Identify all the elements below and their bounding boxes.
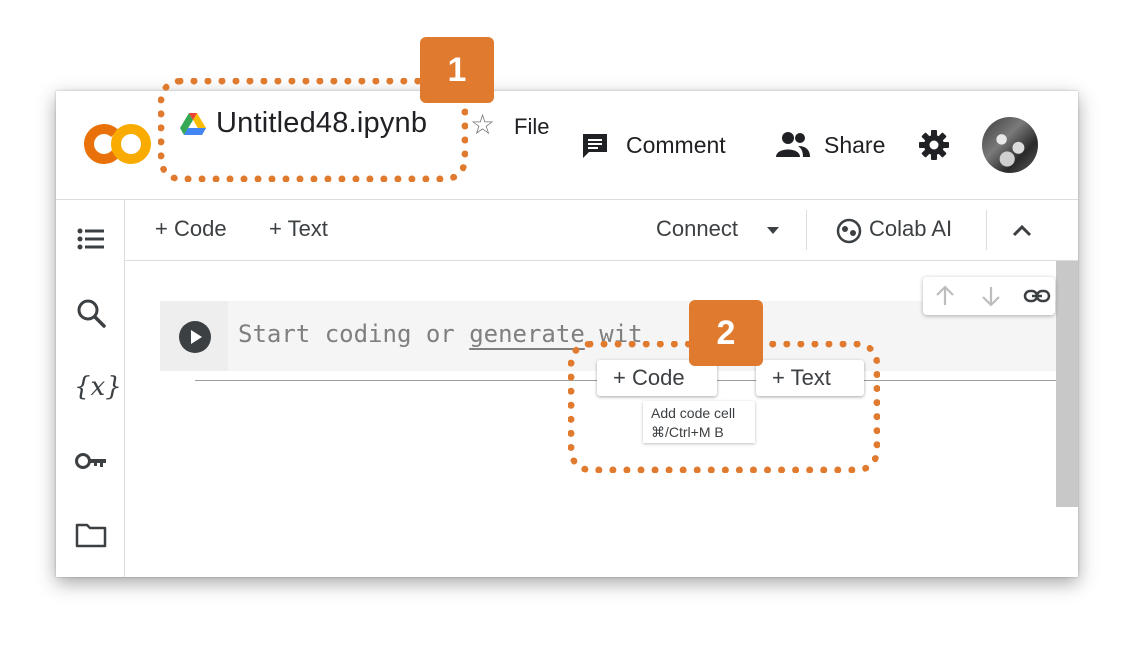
cell-gutter <box>160 301 228 371</box>
key-icon[interactable] <box>74 444 108 478</box>
scrollbar[interactable] <box>1056 261 1078 507</box>
placeholder-text: Start coding or <box>238 320 470 348</box>
share-people-icon[interactable] <box>776 131 810 157</box>
search-icon[interactable] <box>74 296 108 330</box>
cell-actions-toolbar <box>923 277 1055 315</box>
arrow-up-icon[interactable] <box>933 285 957 307</box>
menu-file[interactable]: File <box>514 114 549 140</box>
colab-logo-icon[interactable] <box>82 121 152 167</box>
left-sidebar: {x} <box>56 200 125 577</box>
comment-button[interactable]: Comment <box>626 132 726 159</box>
add-code-button[interactable]: + Code <box>155 216 227 242</box>
star-icon[interactable]: ☆ <box>470 111 495 139</box>
notebook-toolbar: + Code + Text Connect Colab AI <box>125 200 1078 261</box>
colab-ai-button[interactable]: Colab AI <box>869 216 952 242</box>
add-text-button[interactable]: + Text <box>269 216 328 242</box>
toolbar-divider <box>986 210 987 250</box>
chevron-down-icon[interactable] <box>765 224 781 236</box>
table-of-contents-icon[interactable] <box>74 222 108 256</box>
run-icon[interactable] <box>178 320 212 354</box>
avatar[interactable] <box>982 117 1038 173</box>
variables-icon[interactable]: {x} <box>74 370 122 404</box>
generate-link[interactable]: generate <box>469 320 585 348</box>
folder-icon[interactable] <box>74 518 108 552</box>
gear-icon[interactable] <box>918 129 950 161</box>
colab-ai-icon <box>836 218 862 244</box>
link-icon[interactable] <box>1023 287 1051 305</box>
chevron-up-icon[interactable] <box>1009 220 1035 240</box>
arrow-down-icon[interactable] <box>979 285 1003 307</box>
annotation-badge-1: 1 <box>420 37 494 103</box>
annotation-badge-2: 2 <box>689 300 763 366</box>
toolbar-divider <box>806 210 807 250</box>
comment-icon[interactable] <box>580 131 610 161</box>
share-button[interactable]: Share <box>824 132 885 159</box>
connect-button[interactable]: Connect <box>656 216 738 242</box>
